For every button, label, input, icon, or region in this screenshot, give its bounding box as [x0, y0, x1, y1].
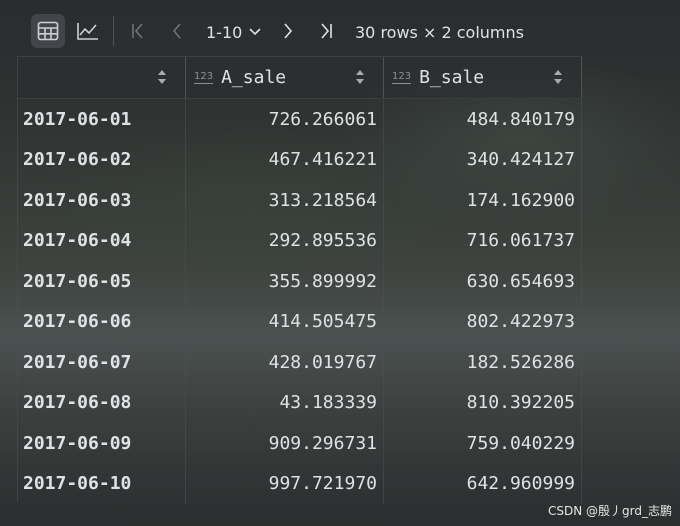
- b-sale-cell[interactable]: 630.654693: [384, 261, 582, 302]
- a-sale-cell[interactable]: 355.899992: [186, 261, 384, 302]
- prev-page-icon: [172, 23, 181, 39]
- column-name: B_sale: [419, 67, 485, 88]
- data-table: 123 A_sale 123 B_sale 2017-06-01 726.266…: [17, 56, 582, 504]
- index-cell[interactable]: 2017-06-03: [17, 180, 186, 221]
- last-page-icon: [321, 23, 332, 39]
- table-row[interactable]: 2017-06-03 313.218564 174.162900: [17, 180, 582, 221]
- numeric-type-icon: 123: [194, 71, 214, 84]
- column-header-b-sale[interactable]: 123 B_sale: [384, 57, 582, 98]
- column-header-a-sale[interactable]: 123 A_sale: [186, 57, 384, 98]
- a-sale-cell[interactable]: 726.266061: [186, 99, 384, 140]
- next-page-icon: [284, 23, 293, 39]
- table-row[interactable]: 2017-06-04 292.895536 716.061737: [17, 220, 582, 261]
- page-range-selector[interactable]: 1-10: [206, 20, 262, 44]
- toolbar-separator: [113, 16, 114, 46]
- table-row[interactable]: 2017-06-08 43.183339 810.392205: [17, 382, 582, 423]
- index-cell[interactable]: 2017-06-02: [17, 139, 186, 180]
- a-sale-cell[interactable]: 467.416221: [186, 139, 384, 180]
- table-header: 123 A_sale 123 B_sale: [17, 56, 582, 99]
- watermark-text: CSDN @殷丿grd_志鹏: [548, 504, 672, 518]
- b-sale-cell[interactable]: 810.392205: [384, 382, 582, 423]
- b-sale-cell[interactable]: 716.061737: [384, 220, 582, 261]
- page-range-label: 1-10: [206, 22, 243, 42]
- table-row[interactable]: 2017-06-06 414.505475 802.422973: [17, 301, 582, 342]
- a-sale-cell[interactable]: 43.183339: [186, 382, 384, 423]
- index-cell[interactable]: 2017-06-07: [17, 342, 186, 383]
- data-viewer-toolbar: 1-10 30 rows × 2 columns: [0, 0, 680, 58]
- line-chart-icon: [77, 23, 98, 40]
- index-cell[interactable]: 2017-06-06: [17, 301, 186, 342]
- b-sale-cell[interactable]: 182.526286: [384, 342, 582, 383]
- rows-columns-info: 30 rows × 2 columns: [355, 22, 524, 42]
- index-cell[interactable]: 2017-06-05: [17, 261, 186, 302]
- table-icon: [37, 21, 59, 41]
- numeric-type-icon: 123: [392, 71, 412, 84]
- b-sale-cell[interactable]: 484.840179: [384, 99, 582, 140]
- table-row[interactable]: 2017-06-05 355.899992 630.654693: [17, 261, 582, 302]
- table-row[interactable]: 2017-06-09 909.296731 759.040229: [17, 423, 582, 464]
- b-sale-cell[interactable]: 340.424127: [384, 139, 582, 180]
- b-sale-cell[interactable]: 642.960999: [384, 463, 582, 504]
- b-sale-cell[interactable]: 174.162900: [384, 180, 582, 221]
- chevron-down-icon: [249, 28, 261, 36]
- index-cell[interactable]: 2017-06-01: [17, 99, 186, 140]
- index-cell[interactable]: 2017-06-09: [17, 423, 186, 464]
- b-sale-cell[interactable]: 759.040229: [384, 423, 582, 464]
- first-page-icon: [132, 23, 143, 39]
- a-sale-cell[interactable]: 909.296731: [186, 423, 384, 464]
- a-sale-cell[interactable]: 428.019767: [186, 342, 384, 383]
- grid-border: [17, 56, 18, 502]
- table-row[interactable]: 2017-06-10 997.721970 642.960999: [17, 463, 582, 504]
- index-cell[interactable]: 2017-06-08: [17, 382, 186, 423]
- index-cell[interactable]: 2017-06-10: [17, 463, 186, 504]
- index-column-header[interactable]: [17, 57, 186, 98]
- table-view-button[interactable]: [31, 14, 65, 48]
- a-sale-cell[interactable]: 292.895536: [186, 220, 384, 261]
- last-page-button[interactable]: [314, 18, 338, 44]
- table-row[interactable]: 2017-06-01 726.266061 484.840179: [17, 99, 582, 140]
- a-sale-cell[interactable]: 997.721970: [186, 463, 384, 504]
- b-sale-cell[interactable]: 802.422973: [384, 301, 582, 342]
- index-cell[interactable]: 2017-06-04: [17, 220, 186, 261]
- table-body: 2017-06-01 726.266061 484.840179 2017-06…: [17, 99, 582, 504]
- a-sale-cell[interactable]: 414.505475: [186, 301, 384, 342]
- sort-icon[interactable]: [157, 69, 167, 85]
- table-row[interactable]: 2017-06-02 467.416221 340.424127: [17, 139, 582, 180]
- column-name: A_sale: [221, 67, 287, 88]
- sort-icon[interactable]: [553, 69, 563, 85]
- next-page-button[interactable]: [276, 18, 300, 44]
- sort-icon[interactable]: [355, 69, 365, 85]
- chart-view-button[interactable]: [71, 14, 105, 48]
- prev-page-button[interactable]: [165, 18, 189, 44]
- first-page-button[interactable]: [126, 18, 150, 44]
- a-sale-cell[interactable]: 313.218564: [186, 180, 384, 221]
- table-row[interactable]: 2017-06-07 428.019767 182.526286: [17, 342, 582, 383]
